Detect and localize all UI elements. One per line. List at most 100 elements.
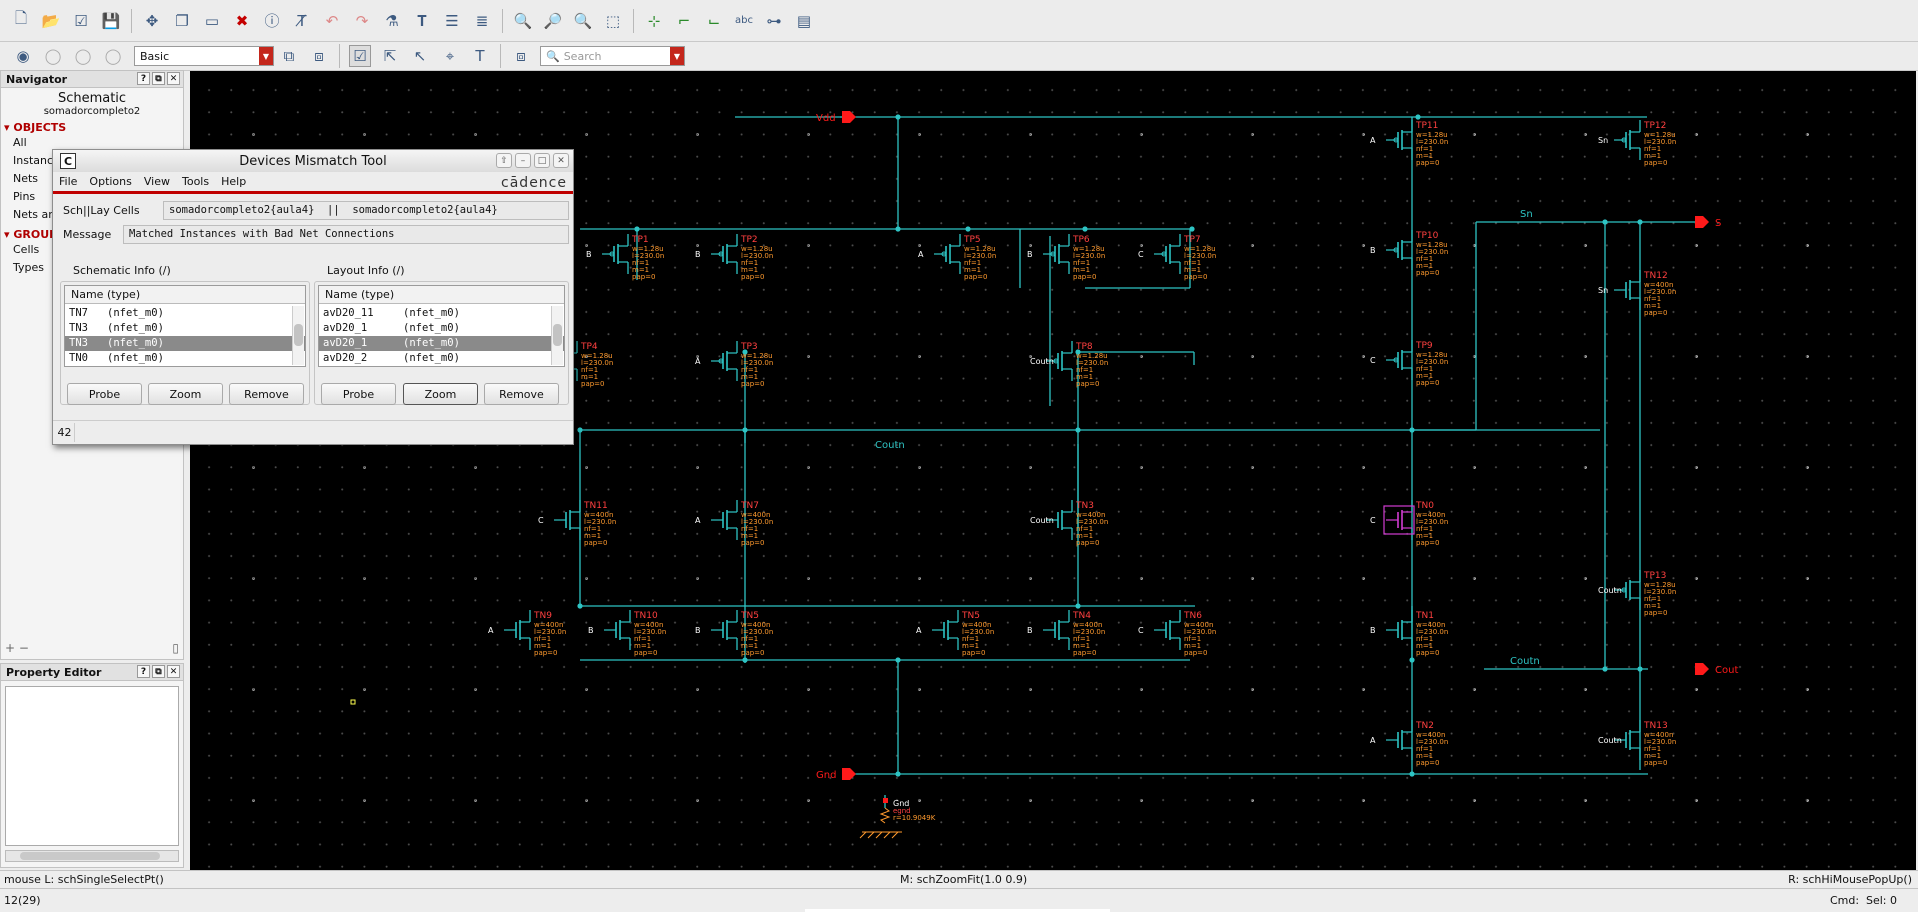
check-save-icon[interactable]: ☑ (70, 10, 92, 32)
message-field[interactable]: Matched Instances with Bad Net Connectio… (123, 224, 569, 244)
list-item[interactable]: TN7 (nfet_m0) (65, 306, 305, 321)
select-area-icon[interactable]: ⌖ (439, 45, 461, 67)
list-item-selected[interactable]: avD20_1 (nfet_m0) (319, 336, 564, 351)
select-text-icon[interactable]: T (469, 45, 491, 67)
close-icon[interactable]: ✕ (167, 72, 180, 85)
list-scrollbar[interactable] (292, 306, 304, 365)
window-layout-icon[interactable]: ⧉ (278, 45, 300, 67)
help-icon[interactable]: ? (137, 665, 150, 678)
instance-name: TN1 (1415, 611, 1434, 621)
gate-label: Coutn (1030, 516, 1054, 525)
sch-zoom-button[interactable]: Zoom (148, 383, 223, 405)
cells-field[interactable]: somadorcompleto2{aula4} || somadorcomple… (163, 200, 569, 220)
list-item[interactable]: avD20_11 (nfet_m0) (319, 306, 564, 321)
panel-icon[interactable]: ▯ (172, 641, 179, 655)
scrollbar-thumb[interactable] (20, 852, 160, 860)
lay-zoom-button[interactable]: Zoom (403, 383, 478, 405)
property-editor-area[interactable] (5, 686, 179, 846)
scrollbar-thumb[interactable] (553, 324, 562, 346)
select-partial-icon[interactable]: ↖ (409, 45, 431, 67)
float-icon[interactable]: ⧉ (152, 665, 165, 678)
cells-label: Sch||Lay Cells (63, 203, 140, 217)
move-icon[interactable]: ✥ (141, 10, 163, 32)
horizontal-scrollbar[interactable] (5, 850, 179, 862)
list-item[interactable]: TN3 (nfet_m0) (65, 321, 305, 336)
add-wire-wide-icon[interactable]: ⌙ (703, 10, 725, 32)
menu-help[interactable]: Help (215, 175, 252, 188)
save-icon[interactable]: 💾 (100, 10, 122, 32)
home-icon[interactable]: ◯ (102, 45, 124, 67)
schematic-list[interactable]: Name (type) TN7 (nfet_m0) TN3 (nfet_m0) TN… (64, 285, 306, 367)
instance-name: TN12 (1643, 271, 1668, 281)
zoom-out-icon[interactable]: 🔍 (572, 10, 594, 32)
back-icon[interactable]: ◉ (12, 45, 34, 67)
instance-name: TN4 (1072, 611, 1091, 621)
minimize-icon[interactable]: – (515, 153, 531, 168)
zoom-fit-icon[interactable]: 🔍 (512, 10, 534, 32)
help-icon[interactable]: ? (137, 72, 150, 85)
remove-icon[interactable]: − (19, 641, 29, 655)
new-file-icon[interactable]: 🗋 (10, 9, 32, 32)
close-icon[interactable]: ✕ (553, 153, 569, 168)
select-mode-icon[interactable]: ☑ (349, 45, 371, 67)
gate-label: B (1370, 246, 1376, 255)
filter-icon[interactable]: ⧈ (510, 45, 532, 67)
properties-icon[interactable]: ⓘ (261, 10, 283, 32)
sheet-icon[interactable]: ▤ (793, 10, 815, 32)
add-pin-icon[interactable]: ⊶ (763, 10, 785, 32)
workspace-select[interactable]: Basic ▼ (134, 46, 274, 66)
pin-cout-icon (1695, 663, 1709, 675)
scrollbar-thumb[interactable] (294, 324, 303, 346)
add-instance-icon[interactable]: ⚗ (381, 10, 403, 32)
up-icon[interactable]: ◯ (72, 45, 94, 67)
undo-icon[interactable]: ↶ (321, 10, 343, 32)
pin-up-icon[interactable]: ⇧ (496, 153, 512, 168)
lay-remove-button[interactable]: Remove (484, 383, 559, 405)
zoom-box-icon[interactable]: ⬚ (602, 10, 624, 32)
sch-probe-button[interactable]: Probe (67, 383, 142, 405)
zoom-in-icon[interactable]: 🔎 (542, 10, 564, 32)
toolbar-separator (633, 8, 634, 33)
window-close-layout-icon[interactable]: ⧈ (308, 45, 330, 67)
toolbar-separator (339, 44, 340, 68)
select-pointer-icon[interactable]: ⇱ (379, 45, 401, 67)
command-counter: 12(29) (4, 894, 41, 907)
sch-remove-button[interactable]: Remove (229, 383, 304, 405)
add-label-icon[interactable]: abc (733, 10, 755, 32)
list-scrollbar[interactable] (551, 306, 563, 365)
maximize-icon[interactable]: □ (534, 153, 550, 168)
copy-icon[interactable]: ❐ (171, 10, 193, 32)
add-note-icon[interactable]: 𝐓 (411, 10, 433, 32)
add-wire-icon[interactable]: ⊹ (643, 10, 665, 32)
close-icon[interactable]: ✕ (167, 665, 180, 678)
list-item[interactable]: avD20_2 (nfet_m0) (319, 351, 564, 366)
align-icon[interactable]: ☰ (441, 10, 463, 32)
add-icon[interactable]: + (5, 641, 19, 655)
expand-icon: ▾ (4, 228, 14, 241)
wire-junction (634, 226, 640, 232)
instance-param: pap=0 (534, 649, 558, 657)
search-input[interactable]: 🔍 Search ▼ (540, 46, 685, 66)
redo-icon[interactable]: ↷ (351, 10, 373, 32)
menu-file[interactable]: File (53, 175, 83, 188)
list-item[interactable]: TN0 (nfet_m0) (65, 351, 305, 366)
menu-options[interactable]: Options (83, 175, 137, 188)
add-wire-narrow-icon[interactable]: ⌐ (673, 10, 695, 32)
gate-label: B (1027, 626, 1033, 635)
delete-icon[interactable]: ✖ (231, 10, 253, 32)
lay-probe-button[interactable]: Probe (321, 383, 396, 405)
label-tool-icon[interactable]: T̸ (291, 10, 313, 32)
list-item[interactable]: avD20_1 (nfet_m0) (319, 321, 564, 336)
status-mouse-middle: M: schZoomFit(1.0 0.9) (900, 873, 1028, 886)
float-icon[interactable]: ⧉ (152, 72, 165, 85)
instance-param: pap=0 (1644, 159, 1668, 167)
objects-section[interactable]: ▾ OBJECTS (1, 121, 183, 134)
menu-view[interactable]: View (138, 175, 176, 188)
forward-icon[interactable]: ◯ (42, 45, 64, 67)
stretch-icon[interactable]: ▭ (201, 10, 223, 32)
menu-tools[interactable]: Tools (176, 175, 215, 188)
list-item-selected[interactable]: TN3 (nfet_m0) (65, 336, 305, 351)
distribute-icon[interactable]: ≣ (471, 10, 493, 32)
layout-list[interactable]: Name (type) avD20_11 (nfet_m0) avD20_1 (nf… (318, 285, 565, 367)
open-folder-icon[interactable]: 📂 (40, 10, 62, 32)
